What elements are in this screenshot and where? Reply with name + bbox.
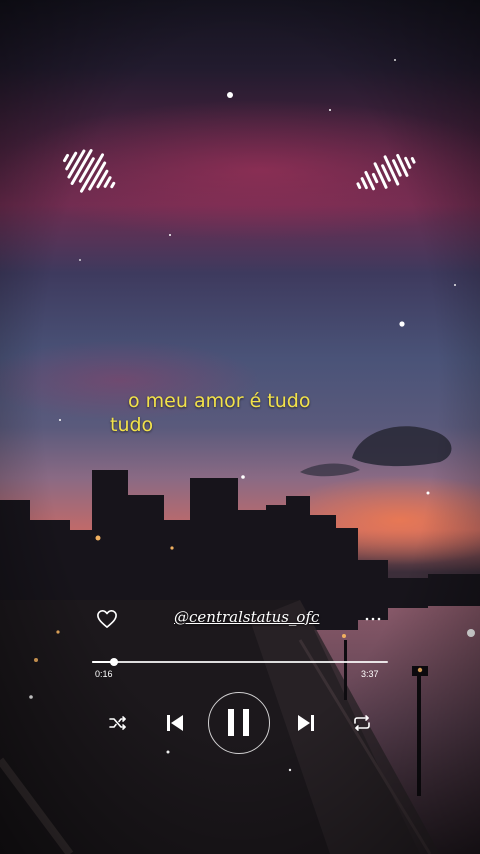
lyric-line-1: o meu amor é tudo	[128, 390, 311, 412]
previous-icon[interactable]	[164, 712, 186, 734]
progress-knob[interactable]	[109, 658, 118, 666]
sound-wave-icon	[63, 149, 116, 193]
more-options-icon[interactable]	[363, 611, 383, 627]
heart-icon[interactable]	[96, 609, 118, 629]
repeat-icon[interactable]	[351, 713, 373, 733]
next-icon[interactable]	[295, 712, 317, 734]
pause-icon	[228, 709, 249, 736]
time-total: 3:37	[361, 669, 379, 679]
lyric-line-2: tudo	[110, 414, 154, 436]
channel-handle-link[interactable]: @centralstatus_ofc	[174, 608, 319, 626]
progress-bar[interactable]	[92, 658, 388, 666]
time-elapsed: 0:16	[95, 669, 113, 679]
shuffle-icon[interactable]	[108, 713, 128, 733]
sound-wave-icon	[356, 153, 416, 191]
pause-button[interactable]	[208, 692, 270, 754]
